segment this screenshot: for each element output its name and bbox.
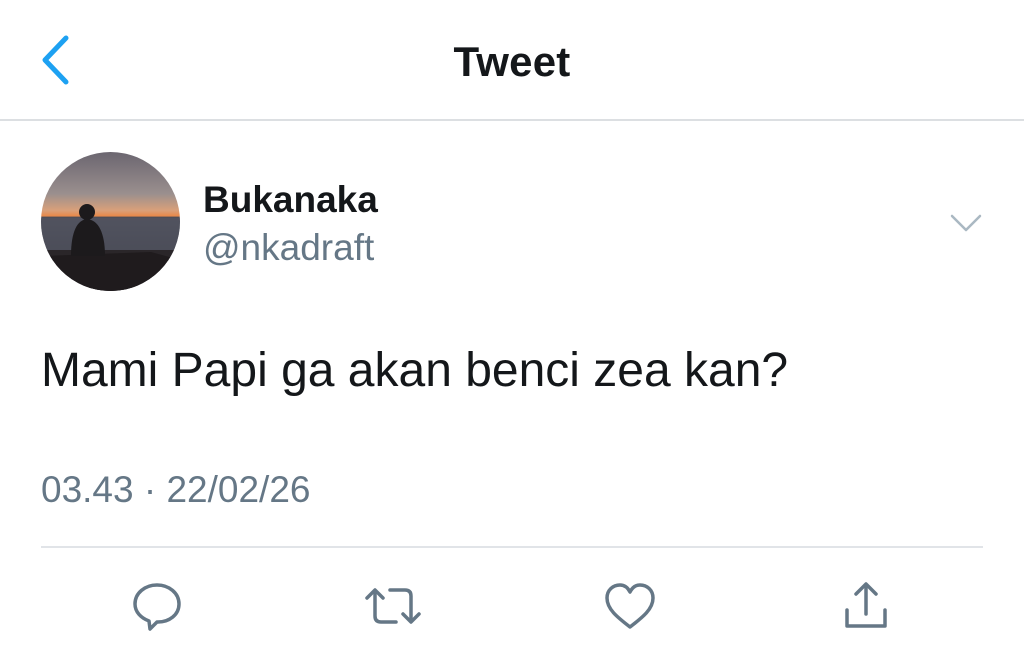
reply-button[interactable] (127, 578, 187, 634)
share-button[interactable] (836, 578, 896, 634)
retweet-icon (365, 588, 421, 624)
like-button[interactable] (600, 578, 660, 634)
reply-bubble-icon (133, 583, 181, 631)
tweet-text: Mami Papi ga akan benci zea kan? (41, 344, 789, 397)
share-icon (845, 582, 887, 628)
tweet-timestamp: 03.43 · 22/02/26 (41, 469, 311, 510)
avatar[interactable] (41, 152, 180, 291)
chevron-down-icon (950, 214, 982, 232)
author-display-name[interactable]: Bukanaka (203, 178, 378, 222)
page-title: Tweet (453, 38, 571, 85)
top-nav-bar: Tweet (0, 0, 1024, 121)
divider (41, 546, 983, 548)
retweet-button[interactable] (363, 578, 423, 634)
author-handle[interactable]: @nkadraft (203, 226, 374, 270)
more-options-button[interactable] (944, 203, 988, 243)
heart-icon (605, 583, 655, 629)
avatar-image (41, 152, 180, 291)
